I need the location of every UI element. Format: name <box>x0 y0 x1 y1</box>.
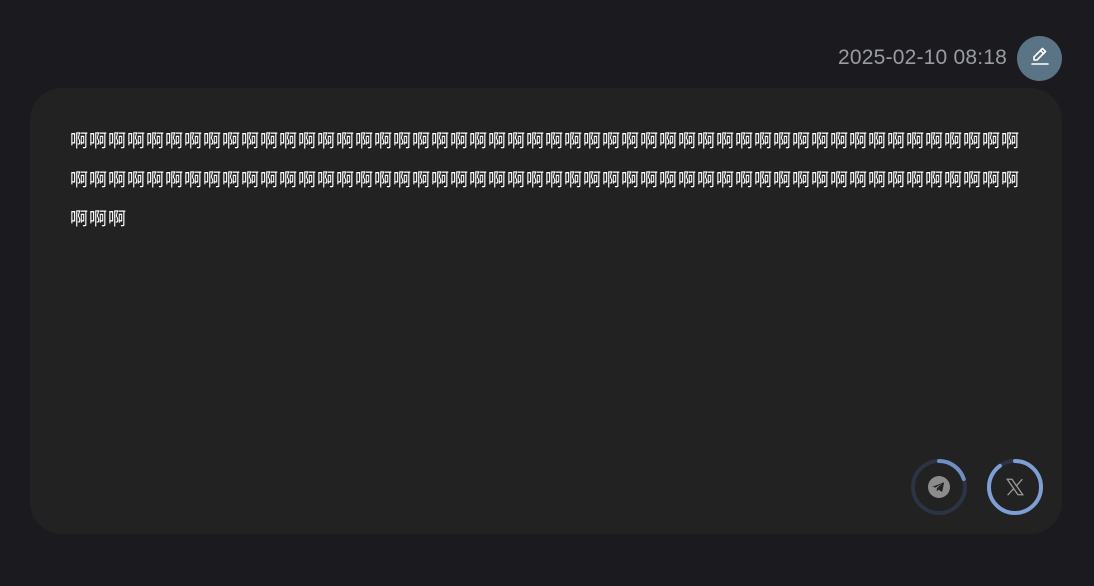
edit-avatar-button[interactable] <box>1017 35 1062 81</box>
message-text: 啊啊啊啊啊啊啊啊啊啊啊啊啊啊啊啊啊啊啊啊啊啊啊啊啊啊啊啊啊啊啊啊啊啊啊啊啊啊啊啊… <box>70 131 1020 230</box>
telegram-icon <box>927 475 951 499</box>
share-telegram-button[interactable] <box>910 458 968 516</box>
message-card: 啊啊啊啊啊啊啊啊啊啊啊啊啊啊啊啊啊啊啊啊啊啊啊啊啊啊啊啊啊啊啊啊啊啊啊啊啊啊啊啊… <box>30 88 1062 534</box>
message-meta: 2025-02-10 08:18 <box>838 35 1062 81</box>
pencil-icon <box>1028 44 1052 72</box>
x-icon <box>1004 476 1026 498</box>
share-x-button[interactable] <box>986 458 1044 516</box>
share-actions <box>910 458 1044 516</box>
page: 2025-02-10 08:18 啊啊啊啊啊啊啊啊啊啊啊啊啊啊啊啊啊啊啊啊啊啊啊… <box>0 0 1094 586</box>
message-timestamp: 2025-02-10 08:18 <box>837 46 1007 69</box>
